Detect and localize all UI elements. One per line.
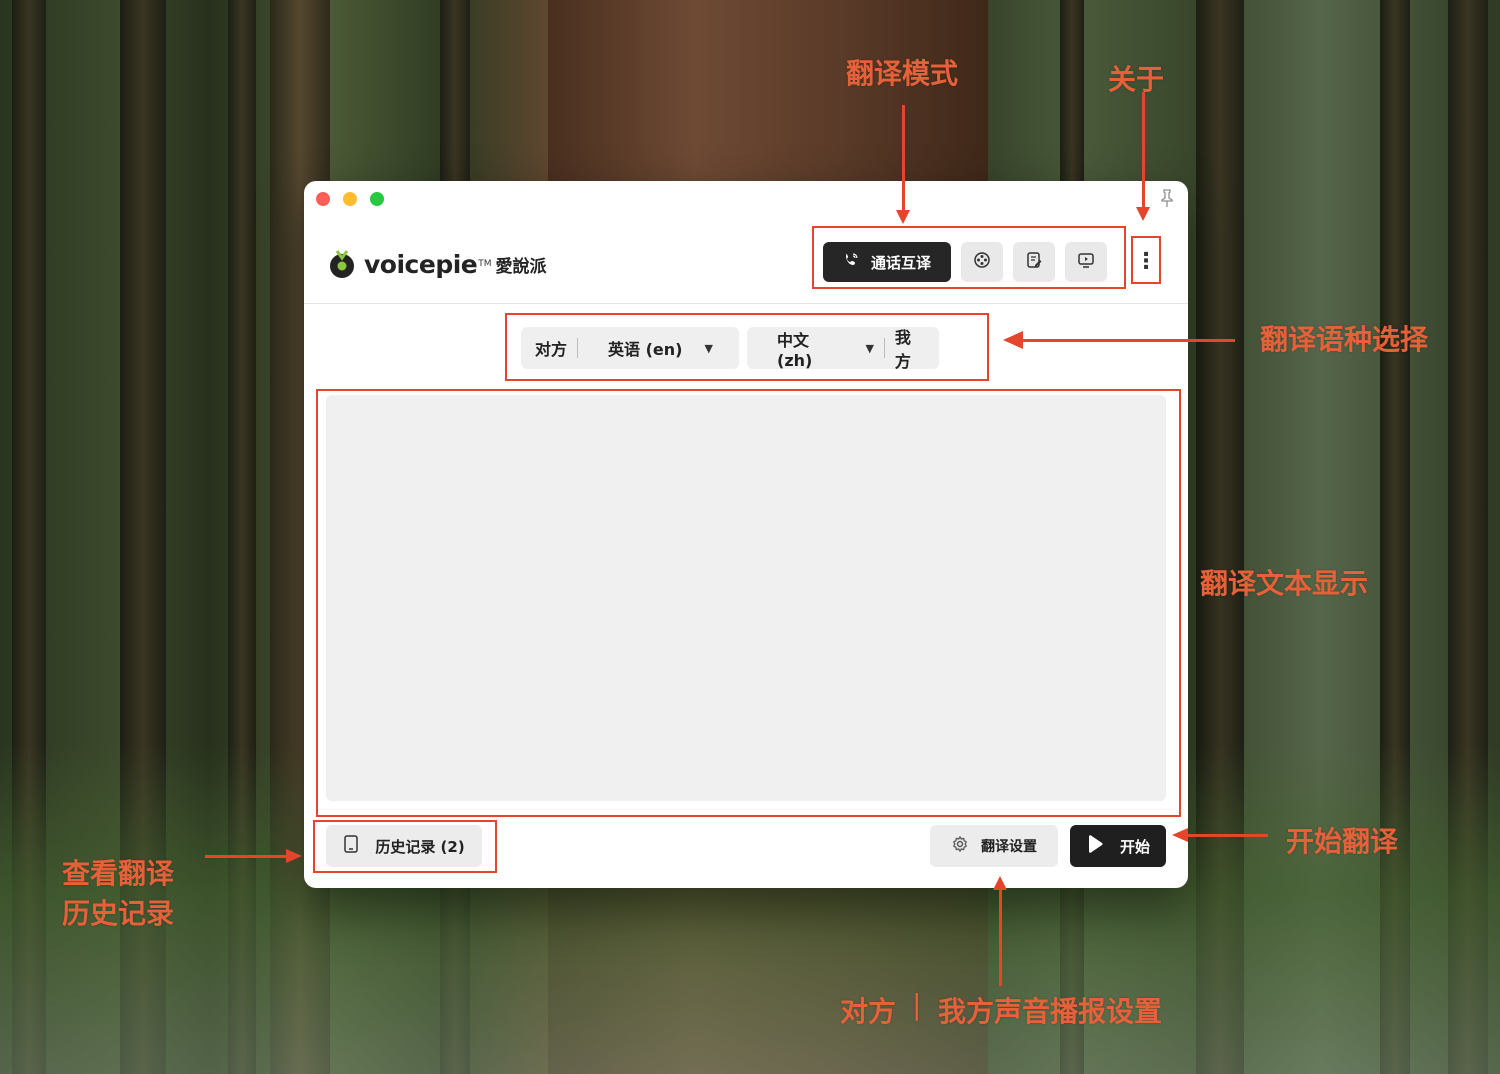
logo-wordmark: voicepie [364, 249, 478, 279]
arrow-about [1142, 92, 1145, 210]
header-divider [304, 303, 1188, 304]
arrow-history [205, 855, 287, 858]
app-logo: voicepie TM 愛說派 [328, 247, 547, 281]
annotation-about: 关于 [1108, 63, 1165, 96]
annotation-voice-left: 对方 [840, 995, 897, 1028]
arrow-mode-head [896, 210, 910, 224]
arrow-start [1188, 834, 1268, 837]
gear-icon [951, 835, 969, 857]
translation-settings-button[interactable]: 翻译设置 [930, 825, 1058, 867]
arrow-history-head [286, 849, 302, 863]
minimize-window-button[interactable] [343, 192, 357, 206]
logo-chinese-name: 愛說派 [495, 256, 547, 277]
close-window-button[interactable] [316, 192, 330, 206]
annotation-start: 开始翻译 [1286, 825, 1399, 858]
play-icon [1086, 834, 1104, 858]
arrow-voice-head [993, 876, 1007, 890]
arrow-language [1020, 339, 1235, 342]
arrow-mode [902, 105, 905, 213]
annotation-history-line1: 查看翻译 [62, 857, 175, 890]
text-display-highlight-box [316, 389, 1181, 817]
pin-icon[interactable] [1158, 189, 1176, 209]
arrow-voice [999, 890, 1002, 986]
mode-highlight-box [812, 226, 1126, 289]
history-highlight-box [313, 820, 497, 873]
annotation-voice-right: 我方声音播报设置 [938, 995, 1163, 1028]
logo-tm: TM [478, 259, 492, 269]
about-highlight-box [1131, 236, 1161, 284]
zoom-window-button[interactable] [370, 192, 384, 206]
arrow-about-head [1136, 207, 1150, 221]
translation-settings-label: 翻译设置 [981, 839, 1037, 855]
annotation-language-select: 翻译语种选择 [1260, 323, 1429, 356]
arrow-start-head [1172, 828, 1188, 842]
annotation-voice-separator: | [912, 988, 922, 1021]
start-label: 开始 [1119, 837, 1150, 856]
arrow-language-head [1003, 331, 1023, 349]
annotation-history-line2: 历史记录 [62, 897, 175, 930]
annotation-text-display: 翻译文本显示 [1200, 567, 1369, 600]
start-button[interactable]: 开始 [1070, 825, 1166, 867]
voicepie-logo-icon [328, 249, 356, 279]
annotation-mode: 翻译模式 [846, 57, 959, 90]
language-highlight-box [505, 313, 989, 381]
